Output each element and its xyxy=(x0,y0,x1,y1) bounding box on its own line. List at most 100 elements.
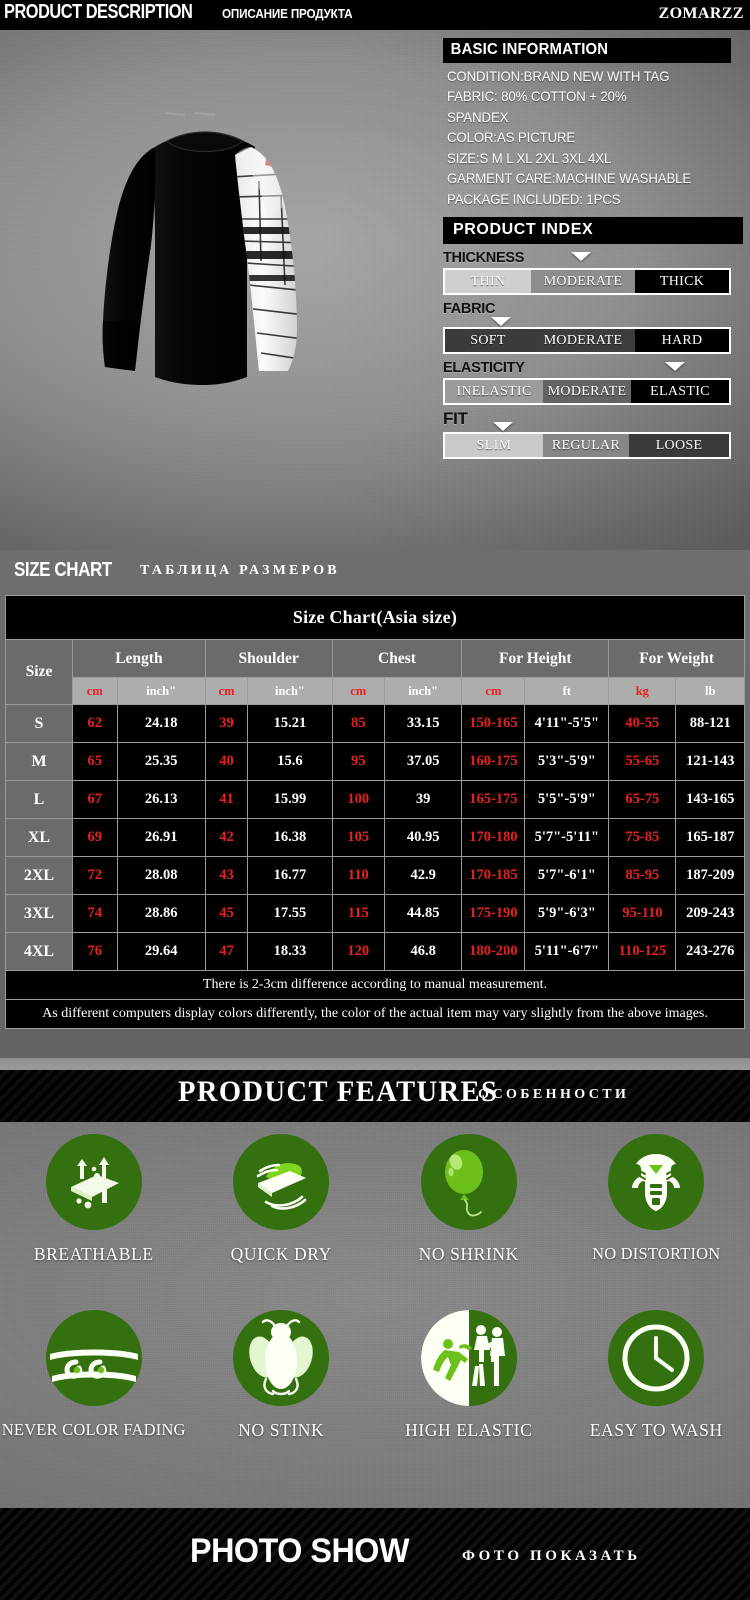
cell-shoulder-in: 15.6 xyxy=(247,742,333,781)
cell-shoulder-cm: 45 xyxy=(204,894,249,933)
cell-chest-cm: 100 xyxy=(331,780,385,819)
elasticity-option-elastic[interactable]: ELASTIC xyxy=(631,380,729,404)
feature-label: NEVER COLOR FADING xyxy=(1,1420,186,1439)
thickness-marker-triangle-icon xyxy=(571,252,591,262)
cell-length-in: 26.13 xyxy=(116,780,206,819)
col-header-chest: Chest xyxy=(331,639,463,678)
info-line-spandex: SPANDEX xyxy=(447,109,509,125)
cell-weight-lb: 165-187 xyxy=(675,818,745,857)
cell-height-cm: 170-180 xyxy=(461,818,526,857)
info-line-color: COLOR:AS PICTURE xyxy=(447,130,576,146)
shirt-cuff-black xyxy=(102,321,140,371)
cell-shoulder-cm: 43 xyxy=(204,856,249,895)
cell-height-cm: 165-175 xyxy=(461,780,526,819)
feature-label: NO SHRINK xyxy=(418,1244,519,1264)
unit-weight-lb: lb xyxy=(675,677,745,705)
fit-option-regular[interactable]: REGULAR xyxy=(543,434,629,458)
cell-weight-kg: 85-95 xyxy=(608,856,677,895)
elasticity-marker-triangle-icon xyxy=(665,362,685,372)
unit-length-inch: inch" xyxy=(116,677,206,705)
thickness-option-thin[interactable]: THIN xyxy=(445,270,531,294)
index-meter-fit: FIT SLIM REGULAR LOOSE xyxy=(443,409,743,460)
thickness-segment-bar: THIN MODERATE THICK xyxy=(443,268,731,296)
size-chart-title-ru: ТАБЛИЦА РАЗМЕРОВ xyxy=(140,563,340,578)
cell-weight-kg: 65-75 xyxy=(608,780,677,819)
cell-shoulder-cm: 41 xyxy=(204,780,249,819)
meter-label-fabric: FABRIC xyxy=(443,301,496,318)
cell-height-ft: 5'9"-6'3" xyxy=(524,894,610,933)
feature-item-no-shrink: NO SHRINK xyxy=(375,1134,563,1310)
feature-item-easy-to-wash: EASY TO WASH xyxy=(563,1310,750,1486)
cell-chest-cm: 115 xyxy=(331,894,385,933)
table-note-row: As different computers display colors di… xyxy=(5,999,745,1029)
unit-length-cm: cm xyxy=(72,677,118,705)
feature-label: HIGH ELASTIC xyxy=(405,1420,533,1440)
photo-show-header: PHOTO SHOW ФОТО ПОКАЗАТЬ xyxy=(0,1508,750,1600)
feature-item-never-color-fading: NEVER COLOR FADING xyxy=(0,1310,188,1486)
index-meter-thickness: THICKNESS THIN MODERATE THICK xyxy=(443,249,743,296)
measurement-note: There is 2-3cm difference according to m… xyxy=(5,970,745,1000)
feature-item-no-stink: NO STINK xyxy=(188,1310,376,1486)
cell-length-in: 25.35 xyxy=(116,742,206,781)
cell-size: 3XL xyxy=(5,894,73,933)
features-divider xyxy=(0,1058,750,1070)
features-grid: BREATHABLE QUICK DRY NO SHRINK NO DISTOR… xyxy=(0,1122,750,1486)
fabric-marker-triangle-icon xyxy=(491,317,511,327)
unit-shoulder-inch: inch" xyxy=(247,677,333,705)
table-title-row: Size Chart(Asia size) xyxy=(5,595,745,640)
feature-item-no-distortion: NO DISTORTION xyxy=(563,1134,750,1310)
cell-weight-lb: 209-243 xyxy=(675,894,745,933)
breathable-fabric-icon xyxy=(45,1134,142,1230)
cell-shoulder-cm: 39 xyxy=(204,704,249,743)
cell-length-in: 26.91 xyxy=(116,818,206,857)
elasticity-option-moderate[interactable]: MODERATE xyxy=(543,380,631,404)
cell-chest-in: 46.8 xyxy=(383,932,463,971)
cell-length-in: 28.08 xyxy=(116,856,206,895)
cell-height-cm: 170-185 xyxy=(461,856,526,895)
page-header: PRODUCT DESCRIPTION ОПИСАНИЕ ПРОДУКТА ZO… xyxy=(0,0,750,30)
feature-label: QUICK DRY xyxy=(230,1244,332,1264)
brand-logo: ZOMARZZ xyxy=(658,5,744,22)
feature-label: NO DISTORTION xyxy=(592,1244,721,1263)
table-row: 2XL 72 28.08 43 16.77 110 42.9 170-185 5… xyxy=(5,856,745,895)
table-row: XL 69 26.91 42 16.38 105 40.95 170-180 5… xyxy=(5,818,745,857)
table-unit-row: cm inch" cm inch" cm inch" cm ft kg lb xyxy=(6,677,745,705)
feature-label: NO STINK xyxy=(238,1420,325,1440)
info-line-garment-care: GARMENT CARE:MACHINE WASHABLE xyxy=(447,171,692,187)
cell-chest-in: 44.85 xyxy=(383,894,463,933)
fabric-option-moderate[interactable]: MODERATE xyxy=(531,329,635,353)
meter-label-thickness: THICKNESS xyxy=(443,250,525,267)
features-title-ru: ОСОБЕННОСТИ xyxy=(478,1087,630,1102)
cell-shoulder-in: 16.38 xyxy=(247,818,333,857)
unit-shoulder-cm: cm xyxy=(204,677,249,705)
fit-option-slim[interactable]: SLIM xyxy=(445,434,543,458)
cell-weight-lb: 143-165 xyxy=(675,780,745,819)
fit-segment-bar: SLIM REGULAR LOOSE xyxy=(443,432,731,460)
table-group-header-row: Size Length Shoulder Chest For Height Fo… xyxy=(5,639,745,705)
cell-weight-kg: 55-65 xyxy=(608,742,677,781)
unit-chest-cm: cm xyxy=(331,677,385,705)
cell-length-in: 29.64 xyxy=(116,932,206,971)
thickness-option-moderate[interactable]: MODERATE xyxy=(531,270,635,294)
photo-show-title-ru: ФОТО ПОКАЗАТЬ xyxy=(462,1548,641,1564)
col-header-weight: For Weight xyxy=(608,639,745,678)
features-title-en: PRODUCT FEATURES xyxy=(178,1075,499,1108)
cell-height-ft: 5'7"-5'11" xyxy=(524,818,610,857)
fit-option-loose[interactable]: LOOSE xyxy=(629,434,729,458)
cell-size: 4XL xyxy=(5,932,73,971)
cell-weight-kg: 110-125 xyxy=(608,932,677,971)
elasticity-option-inelastic[interactable]: INELASTIC xyxy=(445,380,543,404)
basic-information-heading: BASIC INFORMATION xyxy=(443,38,731,63)
cell-chest-in: 39 xyxy=(383,780,463,819)
unit-chest-inch: inch" xyxy=(383,677,463,705)
col-header-height: For Height xyxy=(461,639,610,678)
table-row: S 62 24.18 39 15.21 85 33.15 150-165 4'1… xyxy=(5,704,745,743)
meter-label-fit: FIT xyxy=(443,409,468,429)
thickness-option-thick[interactable]: THICK xyxy=(635,270,729,294)
cell-height-cm: 180-200 xyxy=(461,932,526,971)
unit-height-ft: ft xyxy=(524,677,610,705)
cell-chest-in: 42.9 xyxy=(383,856,463,895)
fabric-option-soft[interactable]: SOFT xyxy=(445,329,531,353)
cell-length-in: 28.86 xyxy=(116,894,206,933)
fabric-option-hard[interactable]: HARD xyxy=(635,329,729,353)
